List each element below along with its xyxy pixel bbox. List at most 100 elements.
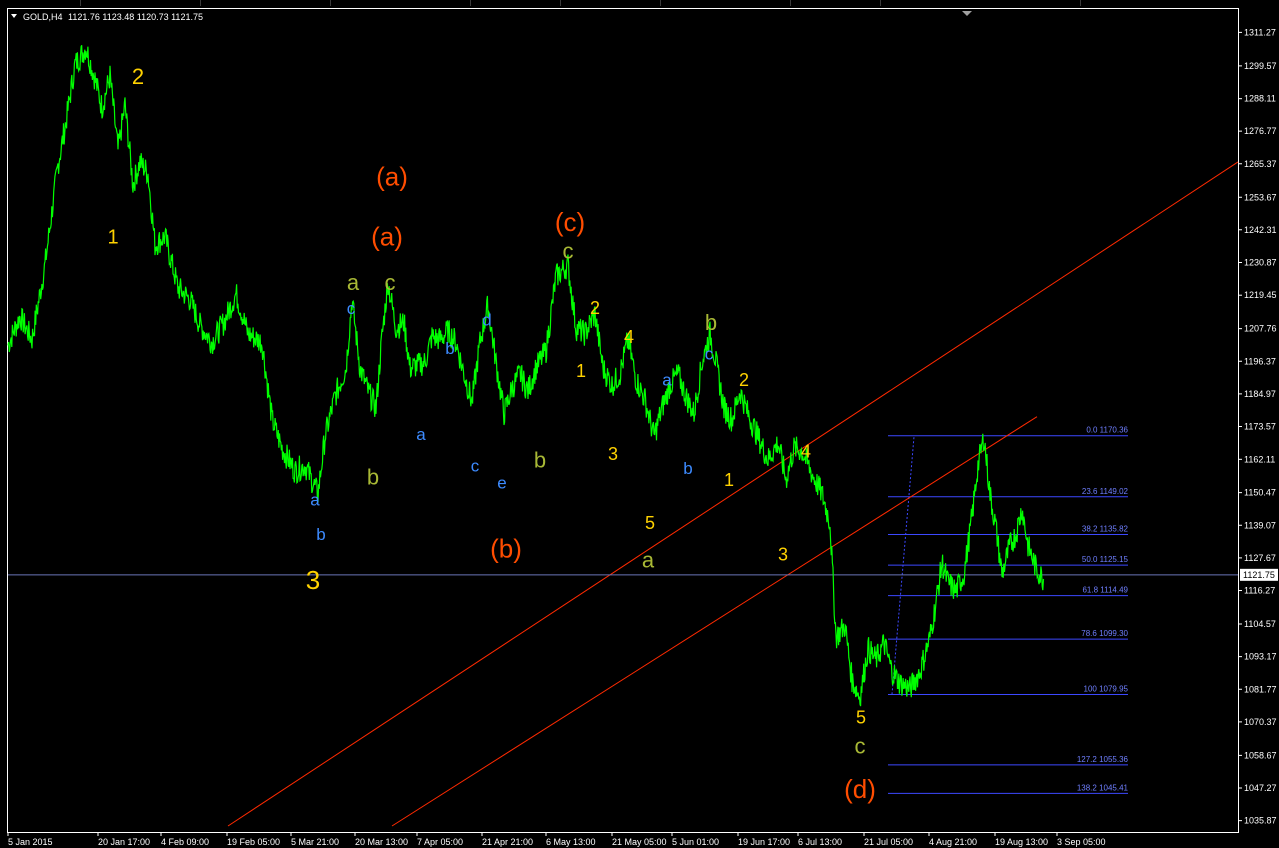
ticker-ohlc: 1121.76 1123.48 1120.73 1121.75 [68,12,203,22]
wave-label-yellow: 3 [608,444,618,464]
y-tick-label: 1311.27 [1244,27,1276,37]
fib-level-label: 0.0 1170.36 [1086,426,1128,435]
ticker-symbol: GOLD,H4 [23,12,63,22]
fibonacci-retracement[interactable]: 0.0 1170.36 23.6 1149.02 38.2 1135.82 50.0 … [888,426,1129,794]
wave-label-olive: b [705,310,717,335]
y-tick-label: 1299.57 [1244,61,1277,71]
fib-level-label: 50.0 1125.15 [1082,555,1129,564]
time-axis[interactable]: 5 Jan 2015 20 Jan 17:00 4 Feb 09:00 19 Feb … [7,832,1106,847]
wave-label-orange: (c) [555,207,585,237]
y-tick-label: 1184.97 [1244,389,1276,399]
wave-label-olive: a [347,270,360,295]
wave-label-blue: a [416,425,426,444]
y-tick-label: 1047.27 [1244,783,1277,793]
elliott-wave-labels: 21(a)(a)a ccbab3abdce(b)b(c)c21435aabbc21… [107,64,875,804]
fib-level-label: 38.2 1135.82 [1082,525,1129,534]
ticker-header: GOLD,H4 1121.76 1123.48 1120.73 1121.75 [11,12,203,22]
x-tick-label: 20 Mar 13:00 [355,837,408,847]
x-tick-label: 5 Jun 01:00 [672,837,719,847]
x-tick-label: 6 Jul 13:00 [798,837,842,847]
wave-label-blue: d [482,310,491,329]
wave-label-blue: b [445,339,454,358]
y-tick-label: 1150.47 [1244,488,1276,498]
price-line [7,45,1045,707]
wave-label-orange: (a) [371,221,403,251]
wave-label-yellow: 2 [590,298,600,318]
y-tick-label: 1081.77 [1244,684,1277,694]
wave-label-blue: c [471,456,480,475]
bid-price-label: 1121.75 [1243,570,1275,580]
wave-label-yellow: 4 [624,327,634,347]
y-tick-label: 1207.76 [1244,324,1277,334]
x-tick-label: 20 Jan 17:00 [98,837,150,847]
y-tick-label: 1173.57 [1244,422,1276,432]
y-tick-label: 1288.11 [1244,94,1276,104]
wave-label-yellow: 5 [645,513,655,533]
price-chart[interactable]: GOLD,H4 1121.76 1123.48 1120.73 1121.75 … [0,0,1279,848]
wave-label-blue: b [316,525,325,544]
fib-level-label: 100 1079.95 [1084,684,1129,693]
wave-label-blue: a [310,491,320,510]
y-tick-label: 1265.37 [1244,159,1277,169]
wave-label-orange: (a) [376,161,408,191]
wave-label-yellow: 4 [801,441,811,461]
wave-label-olive: b [534,447,546,472]
x-tick-label: 19 Feb 05:00 [227,837,280,847]
x-tick-label: 4 Feb 09:00 [161,837,209,847]
x-tick-label: 21 Apr 21:00 [482,837,533,847]
y-tick-label: 1127.67 [1244,553,1276,563]
wave-label-olive: c [385,270,396,295]
y-tick-label: 1242.31 [1244,225,1277,235]
wave-label-blue: e [497,473,506,492]
wave-label-blue: c [347,299,356,318]
fib-level-label: 78.6 1099.30 [1081,629,1128,638]
y-tick-label: 1139.07 [1244,520,1276,530]
chart-menu-arrow-icon[interactable] [11,14,17,18]
wave-label-yellow: 2 [739,370,749,390]
y-tick-label: 1035.87 [1244,816,1277,826]
x-tick-label: 4 Aug 21:00 [929,837,977,847]
y-tick-label: 1276.77 [1244,126,1277,136]
wave-label-yellow: 1 [107,226,118,248]
wave-label-olive: a [642,548,655,573]
y-tick-label: 1253.67 [1244,192,1277,202]
wave-label-blue: c [705,345,714,364]
y-tick-label: 1219.45 [1244,290,1277,300]
x-tick-label: 21 Jul 05:00 [864,837,913,847]
x-tick-label: 6 May 13:00 [546,837,596,847]
wave-label-yellow: 3 [778,544,788,564]
wave-label-yellow: 5 [856,708,866,728]
y-tick-label: 1116.27 [1244,586,1275,596]
x-tick-label: 21 May 05:00 [612,837,667,847]
fib-level-label: 138.2 1045.41 [1077,783,1129,792]
wave-label-yellow: 3 [306,565,320,595]
wave-label-olive: c [855,734,866,759]
y-tick-label: 1104.57 [1244,619,1276,629]
x-tick-label: 5 Jan 2015 [8,837,53,847]
fib-level-label: 23.6 1149.02 [1082,487,1129,496]
price-series [7,45,1045,707]
x-tick-label: 7 Apr 05:00 [417,837,463,847]
x-tick-label: 19 Jun 17:00 [738,837,790,847]
y-tick-label: 1196.37 [1244,356,1276,366]
chart-frame [7,8,1239,833]
y-tick-label: 1093.17 [1244,652,1277,662]
fib-level-label: 61.8 1114.49 [1082,586,1128,595]
wave-label-blue: a [662,370,672,389]
price-axis[interactable]: 1311.27 1299.57 1288.11 1276.77 1265.37 1253.… [1238,27,1277,826]
y-tick-label: 1162.11 [1244,454,1275,464]
y-tick-label: 1058.67 [1244,750,1277,760]
x-tick-label: 5 Mar 21:00 [291,837,339,847]
x-tick-label: 3 Sep 05:00 [1057,837,1106,847]
wave-label-olive: b [367,465,379,490]
wave-label-yellow: 2 [132,64,144,89]
wave-label-olive: c [563,238,574,263]
y-tick-label: 1070.37 [1244,717,1277,727]
scroll-shift-marker[interactable] [962,11,972,16]
wave-label-yellow: 1 [724,470,734,490]
wave-label-blue: b [683,459,692,478]
wave-label-orange: (b) [490,533,522,563]
wave-label-orange: (d) [844,774,876,804]
x-tick-label: 19 Aug 13:00 [995,837,1048,847]
wave-label-yellow: 1 [576,361,586,381]
